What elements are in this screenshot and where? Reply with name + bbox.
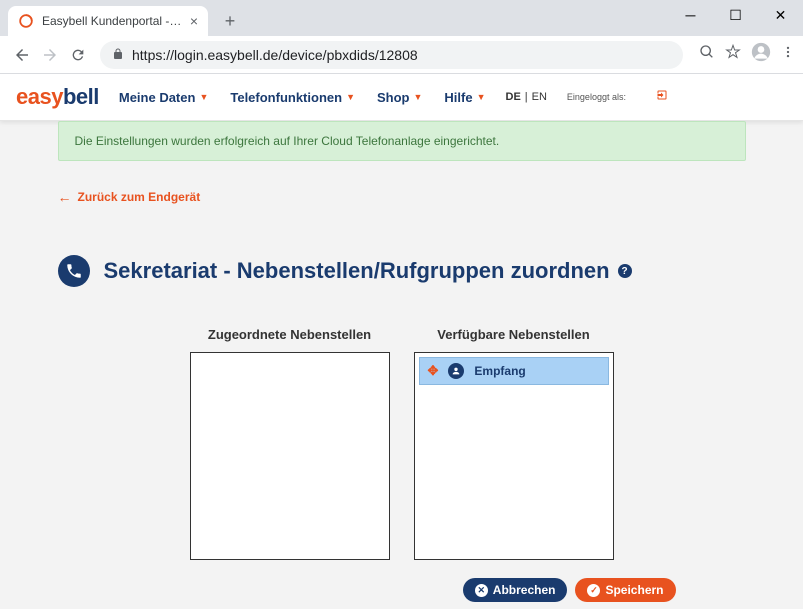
close-window-button[interactable]: ✕ — [758, 0, 803, 30]
nav-hilfe[interactable]: Hilfe▼ — [444, 90, 485, 105]
favicon-icon — [18, 13, 34, 29]
chevron-down-icon: ▼ — [477, 92, 486, 102]
move-icon: ✥ — [428, 363, 439, 379]
cancel-button[interactable]: ✕ Abbrechen — [463, 578, 568, 602]
nav-meine-daten[interactable]: Meine Daten▼ — [119, 90, 209, 105]
nav-telefonfunktionen[interactable]: Telefonfunktionen▼ — [230, 90, 355, 105]
tab-close-icon[interactable]: × — [190, 13, 198, 29]
minimize-button[interactable]: ─ — [668, 0, 713, 30]
logo[interactable]: easybell — [16, 84, 99, 110]
chevron-down-icon: ▼ — [199, 92, 208, 102]
assigned-dropzone[interactable] — [190, 352, 390, 560]
tab-title: Easybell Kundenportal - Sekretar — [42, 14, 184, 28]
browser-chrome: Easybell Kundenportal - Sekretar × + ─ ☐… — [0, 0, 803, 74]
language-switch[interactable]: DE | EN — [506, 91, 547, 103]
login-status-label: Eingeloggt als: — [567, 92, 626, 102]
assigned-title: Zugeordnete Nebenstellen — [190, 327, 390, 342]
extension-label: Empfang — [474, 364, 525, 378]
save-button[interactable]: ✓ Speichern — [575, 578, 675, 602]
page-content: easybell Meine Daten▼ Telefonfunktionen▼… — [0, 74, 803, 609]
chevron-down-icon: ▼ — [413, 92, 422, 102]
extension-item[interactable]: ✥ Empfang — [419, 357, 609, 385]
assigned-column: Zugeordnete Nebenstellen — [190, 327, 390, 560]
address-bar: https://login.easybell.de/device/pbxdids… — [0, 36, 803, 74]
chevron-down-icon: ▼ — [346, 92, 355, 102]
url-input[interactable]: https://login.easybell.de/device/pbxdids… — [100, 41, 683, 69]
user-icon — [448, 363, 464, 379]
help-icon[interactable]: ? — [618, 264, 632, 278]
nav-shop[interactable]: Shop▼ — [377, 90, 422, 105]
available-dropzone[interactable]: ✥ Empfang — [414, 352, 614, 560]
new-tab-button[interactable]: + — [216, 11, 244, 32]
success-alert: Die Einstellungen wurden erfolgreich auf… — [58, 121, 746, 161]
top-nav: easybell Meine Daten▼ Telefonfunktionen▼… — [0, 74, 803, 121]
check-icon: ✓ — [587, 584, 600, 597]
available-column: Verfügbare Nebenstellen ✥ Empfang — [414, 327, 614, 560]
profile-icon[interactable] — [751, 42, 771, 67]
zoom-icon[interactable] — [699, 44, 715, 65]
available-title: Verfügbare Nebenstellen — [414, 327, 614, 342]
lock-icon — [112, 47, 124, 63]
back-link[interactable]: ← Zurück zum Endgerät — [58, 189, 201, 205]
menu-icon[interactable] — [781, 45, 795, 64]
arrow-left-icon: ← — [58, 189, 72, 205]
back-button[interactable] — [8, 41, 36, 69]
forward-button[interactable] — [36, 41, 64, 69]
tab-bar: Easybell Kundenportal - Sekretar × + ─ ☐… — [0, 0, 803, 36]
bookmark-icon[interactable] — [725, 44, 741, 65]
browser-tab[interactable]: Easybell Kundenportal - Sekretar × — [8, 6, 208, 36]
reload-button[interactable] — [64, 41, 92, 69]
url-text: https://login.easybell.de/device/pbxdids… — [132, 47, 418, 63]
x-icon: ✕ — [475, 584, 488, 597]
logout-icon[interactable] — [656, 88, 668, 106]
page-heading: Sekretariat - Nebenstellen/Rufgruppen zu… — [58, 255, 746, 287]
phone-icon — [58, 255, 90, 287]
maximize-button[interactable]: ☐ — [713, 0, 758, 30]
